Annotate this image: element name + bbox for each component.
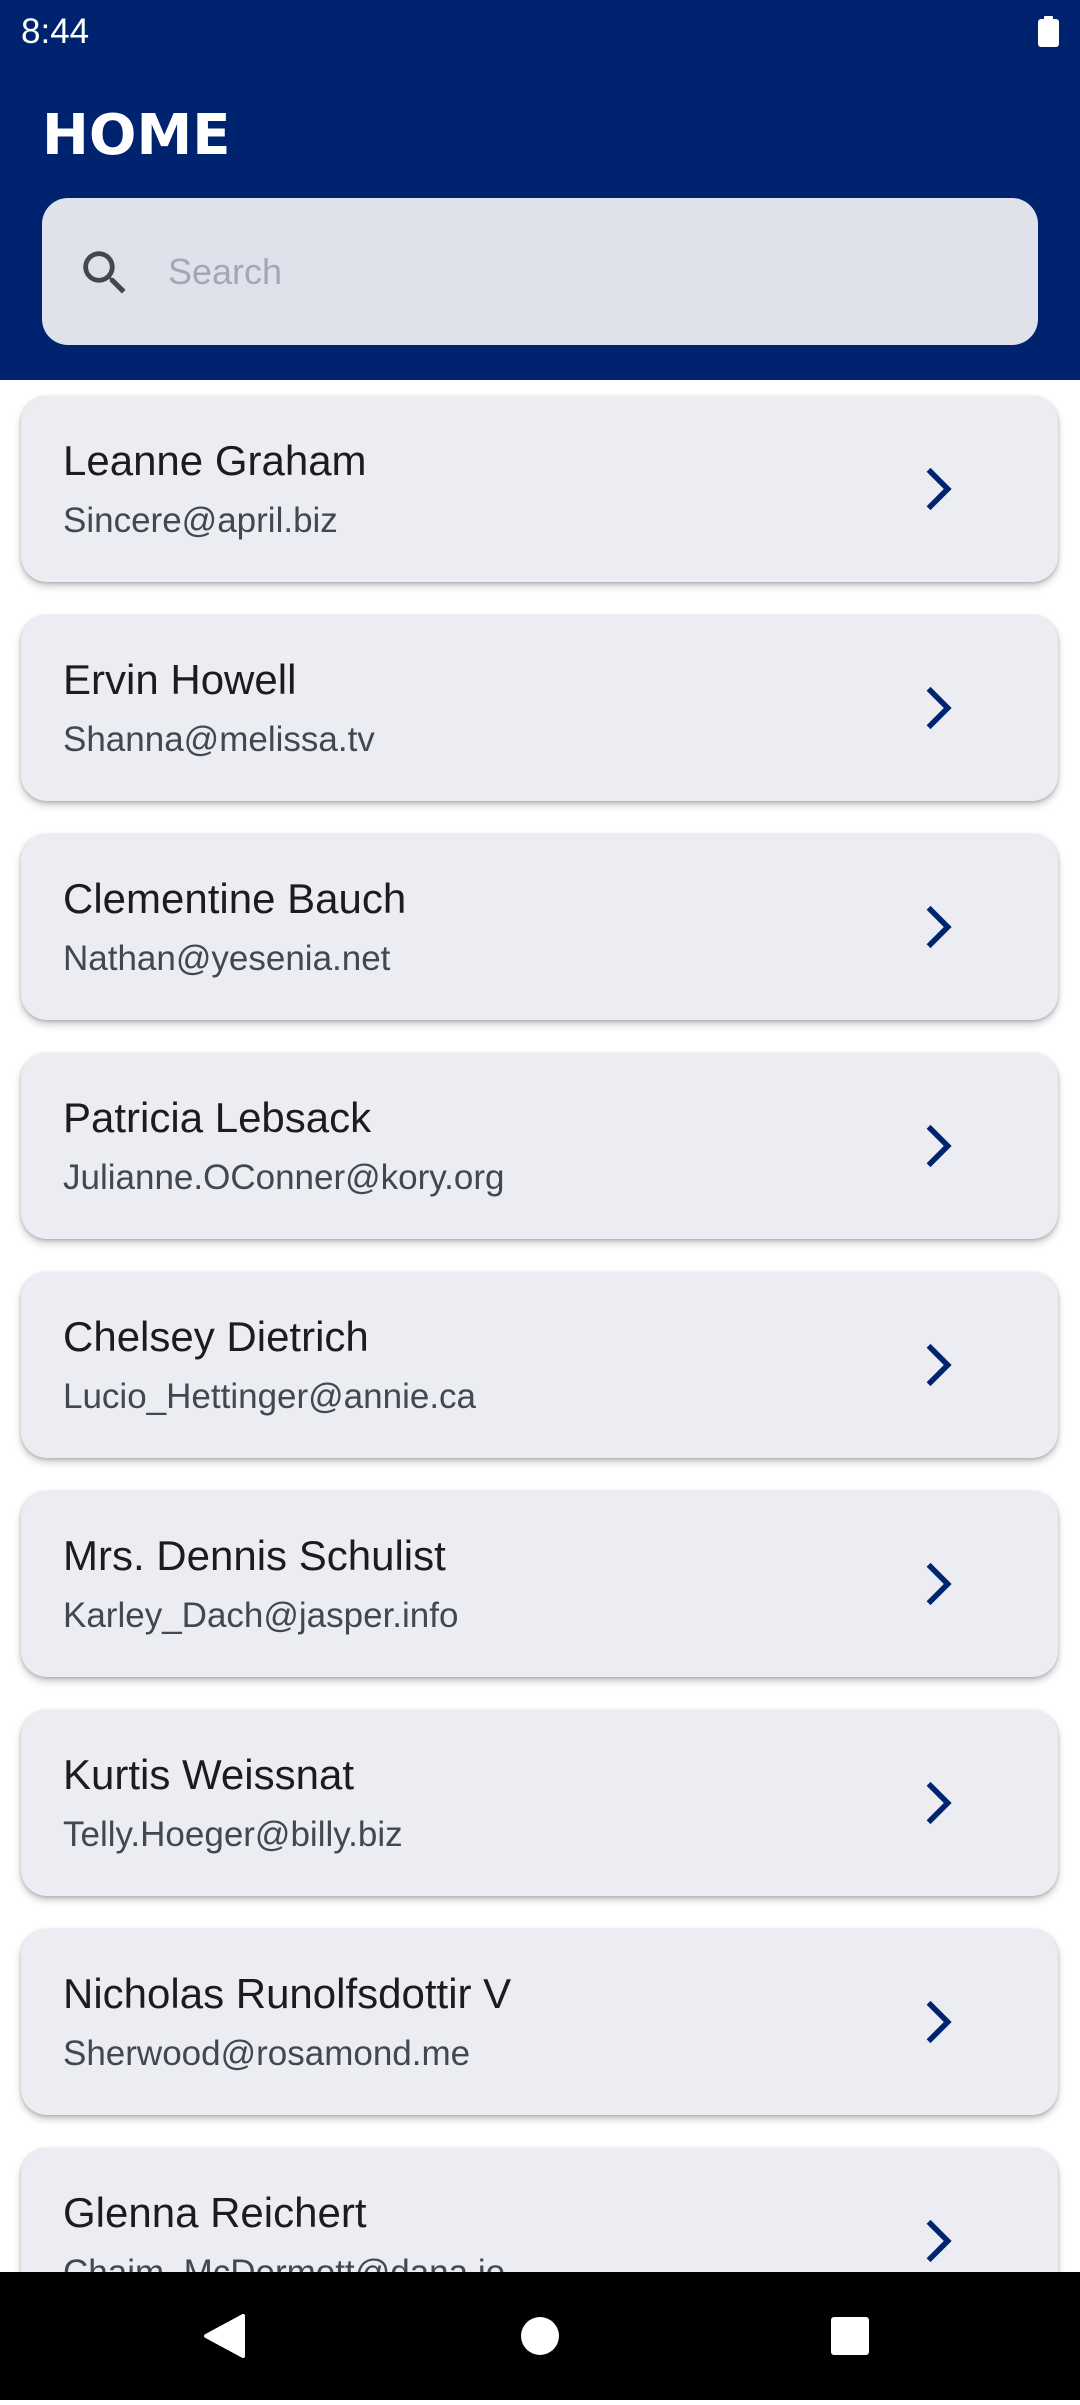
user-name: Nicholas Runolfsdottir V [63, 1970, 512, 2017]
user-email: Chaim_McDermott@dana.io [63, 2252, 505, 2272]
user-email: Karley_Dach@jasper.info [63, 1596, 459, 1635]
status-time: 8:44 [21, 12, 90, 51]
search-input[interactable] [168, 236, 998, 308]
user-card[interactable]: Glenna Reichert Chaim_McDermott@dana.io [21, 2148, 1058, 2272]
chevron-right-icon[interactable] [909, 897, 969, 957]
app-header: 8:44 HOME [0, 0, 1080, 380]
user-email: Julianne.OConner@kory.org [63, 1158, 505, 1197]
nav-back-button[interactable] [126, 2272, 326, 2400]
user-card[interactable]: Leanne Graham Sincere@april.biz [21, 396, 1058, 582]
user-name: Leanne Graham [63, 437, 367, 484]
user-card[interactable]: Chelsey Dietrich Lucio_Hettinger@annie.ca [21, 1272, 1058, 1458]
status-bar: 8:44 [0, 0, 1080, 66]
user-name: Chelsey Dietrich [63, 1313, 369, 1360]
home-icon [521, 2317, 559, 2355]
user-email: Sherwood@rosamond.me [63, 2034, 471, 2073]
user-card[interactable]: Nicholas Runolfsdottir V Sherwood@rosamon… [21, 1929, 1058, 2115]
user-name: Clementine Bauch [63, 875, 407, 922]
user-list[interactable]: Leanne Graham Sincere@april.biz Ervin Howe… [0, 380, 1080, 2272]
chevron-right-icon[interactable] [909, 1116, 969, 1176]
user-card[interactable]: Ervin Howell Shanna@melissa.tv [21, 615, 1058, 801]
user-email: Telly.Hoeger@billy.biz [63, 1815, 403, 1854]
user-card[interactable]: Mrs. Dennis Schulist Karley_Dach@jasper.i… [21, 1491, 1058, 1677]
recents-icon [831, 2317, 869, 2355]
chevron-right-icon[interactable] [909, 1554, 969, 1614]
back-icon [204, 2314, 245, 2358]
user-name: Mrs. Dennis Schulist [63, 1532, 446, 1579]
battery-full-icon [1038, 16, 1059, 47]
user-name: Kurtis Weissnat [63, 1751, 354, 1798]
nav-home-button[interactable] [440, 2272, 640, 2400]
chevron-right-icon[interactable] [909, 678, 969, 738]
user-name: Patricia Lebsack [63, 1094, 372, 1141]
chevron-right-icon[interactable] [909, 1335, 969, 1395]
chevron-right-icon[interactable] [909, 1992, 969, 2052]
nav-recents-button[interactable] [750, 2272, 950, 2400]
page-title: HOME [42, 103, 231, 168]
chevron-right-icon[interactable] [909, 1773, 969, 1833]
user-email: Nathan@yesenia.net [63, 939, 391, 978]
user-email: Sincere@april.biz [63, 501, 338, 540]
user-email: Shanna@melissa.tv [63, 720, 375, 759]
user-card[interactable]: Clementine Bauch Nathan@yesenia.net [21, 834, 1058, 1020]
search-icon [83, 251, 126, 294]
user-name: Ervin Howell [63, 656, 297, 703]
chevron-right-icon[interactable] [909, 459, 969, 519]
user-email: Lucio_Hettinger@annie.ca [63, 1377, 477, 1416]
user-card[interactable]: Patricia Lebsack Julianne.OConner@kory.or… [21, 1053, 1058, 1239]
user-name: Glenna Reichert [63, 2189, 367, 2236]
user-card[interactable]: Kurtis Weissnat Telly.Hoeger@billy.biz [21, 1710, 1058, 1896]
navigation-bar [0, 2272, 1080, 2400]
chevron-right-icon[interactable] [909, 2211, 969, 2271]
